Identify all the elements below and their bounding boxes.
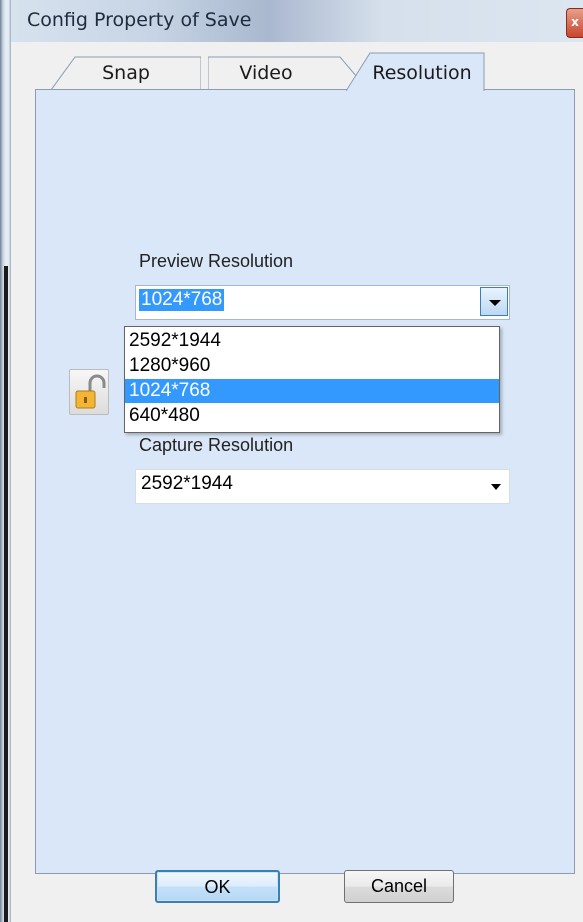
window-title: Config Property of Save [27,9,252,31]
capture-resolution-value: 2592*1944 [141,473,233,494]
preview-resolution-dropdown[interactable]: 2592*1944 1280*960 1024*768 640*480 [124,326,500,433]
dropdown-option-selected[interactable]: 1024*768 [125,379,499,403]
dropdown-option[interactable]: 2592*1944 [125,329,499,353]
tab-resolution[interactable]: Resolution [346,52,486,91]
lock-button[interactable] [69,369,109,415]
unlocked-padlock-icon [75,374,106,409]
resolution-tab-panel: Preview Resolution 1024*768 Capture Reso… [35,89,575,874]
dropdown-option[interactable]: 1280*960 [125,354,499,378]
preview-resolution-value: 1024*768 [139,289,225,311]
title-bar[interactable]: Config Property of Save x [11,0,583,42]
preview-resolution-select[interactable]: 1024*768 [135,285,510,320]
window-frame-shadow [4,266,8,922]
close-icon: x [571,15,579,29]
dropdown-option[interactable]: 640*480 [125,404,499,428]
ok-button[interactable]: OK [155,870,280,903]
tab-snap[interactable]: Snap [51,56,201,90]
preview-resolution-label: Preview Resolution [139,251,294,271]
tab-label: Video [239,62,293,84]
tab-label: Resolution [372,62,472,84]
chevron-down-icon[interactable] [491,484,501,490]
tab-video[interactable]: Video [208,56,368,90]
capture-resolution-label: Capture Resolution [139,435,294,455]
capture-resolution-select[interactable]: 2592*1944 [135,469,510,504]
chevron-down-icon[interactable] [480,287,508,316]
close-button[interactable]: x [566,8,583,38]
window-frame-left [0,0,11,922]
tab-label: Snap [102,62,150,84]
dialog-body: Snap Video Preview Resolution 1024*768 C… [11,42,583,922]
cancel-button[interactable]: Cancel [344,870,454,903]
